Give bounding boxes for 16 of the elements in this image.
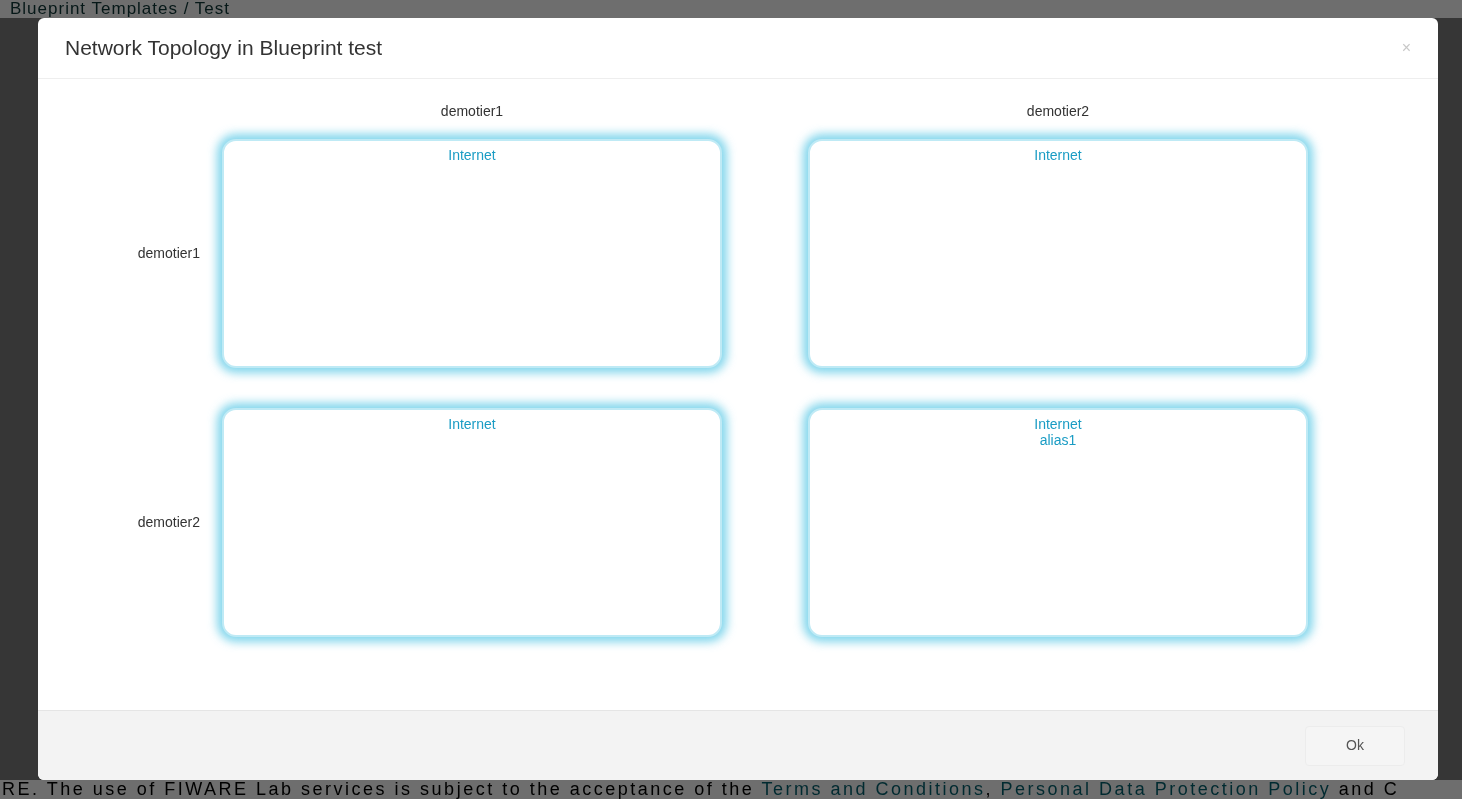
close-button[interactable]: × (1401, 40, 1411, 56)
network-label: Internet (448, 147, 496, 163)
network-label: alias1 (1039, 432, 1077, 448)
network-label: Internet (1034, 147, 1082, 163)
column-header: demotier2 (1026, 101, 1090, 121)
row-header: demotier2 (137, 513, 200, 532)
ok-button[interactable]: Ok (1305, 725, 1405, 766)
row-header: demotier1 (137, 244, 200, 263)
network-label: Internet (448, 416, 496, 432)
footer-link[interactable]: Terms and Conditions (761, 780, 986, 799)
page-title: Blueprint Templates / Test (10, 0, 231, 18)
column-header: demotier1 (440, 101, 504, 121)
dialog-title: Network Topology in Blueprint test (65, 35, 383, 62)
footer-link[interactable]: Personal Data Protection Policy (1000, 780, 1332, 799)
network-label: Internet (1034, 416, 1082, 432)
footer-notice: RE. The use of FIWARE Lab services is subject to the acceptance of the Terms and Conditions, Personal Data Protection Policy and C (1, 780, 1400, 799)
